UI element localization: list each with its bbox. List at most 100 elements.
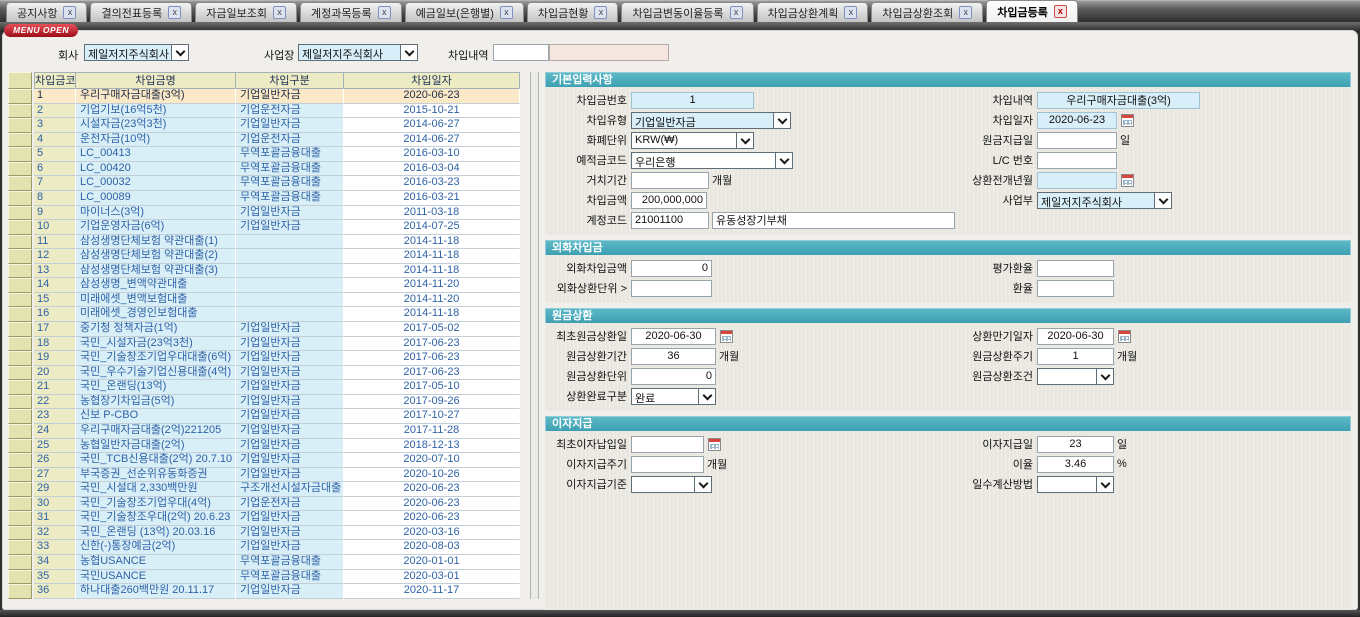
- table-cell[interactable]: 기업일반자금: [236, 439, 344, 454]
- row-selector[interactable]: [8, 133, 32, 148]
- table-cell[interactable]: 신한(-)통장예금(2억): [76, 540, 236, 555]
- table-cell[interactable]: 시설자금(23억3천): [76, 118, 236, 133]
- table-row[interactable]: 9마이너스(3억)기업일반자금2011-03-18: [8, 206, 524, 221]
- row-selector[interactable]: [8, 249, 32, 264]
- loan-date-field[interactable]: [1037, 112, 1117, 129]
- table-cell[interactable]: 기업일반자금: [236, 220, 344, 235]
- table-cell[interactable]: 하나대출260백만원 20.11.17: [76, 584, 236, 599]
- tab-close-icon[interactable]: x: [273, 6, 286, 19]
- table-row[interactable]: 3시설자금(23억3천)기업일반자금2014-06-27: [8, 118, 524, 133]
- pre-repay-month-field[interactable]: [1037, 172, 1117, 189]
- table-cell[interactable]: 4: [34, 133, 76, 148]
- table-cell[interactable]: 2014-11-18: [344, 264, 520, 279]
- table-cell[interactable]: 우리구매자금대출(2억)221205: [76, 424, 236, 439]
- chevron-down-icon[interactable]: [171, 45, 188, 60]
- table-cell[interactable]: 국민_시설자금(23억3천): [76, 337, 236, 352]
- table-cell[interactable]: 삼성생명_변액약관대출: [76, 278, 236, 293]
- table-cell[interactable]: 2020-06-23: [344, 89, 520, 104]
- table-cell[interactable]: 2020-06-23: [344, 482, 520, 497]
- chevron-down-icon[interactable]: [1096, 369, 1113, 384]
- table-cell[interactable]: 2020-03-01: [344, 570, 520, 585]
- tab-예금일보(은행별)[interactable]: 예금일보(은행별)x: [405, 2, 524, 22]
- table-cell[interactable]: 2016-03-04: [344, 162, 520, 177]
- loan-desc-filter-input-2[interactable]: [549, 44, 669, 61]
- row-selector[interactable]: [8, 468, 32, 483]
- table-cell[interactable]: 미래에셋_변액보험대출: [76, 293, 236, 308]
- table-row[interactable]: 34농협USANCE무역포괄금융대출2020-01-01: [8, 555, 524, 570]
- table-cell[interactable]: 14: [34, 278, 76, 293]
- table-cell[interactable]: 국민_시설대 2,330백만원: [76, 482, 236, 497]
- table-cell[interactable]: 17: [34, 322, 76, 337]
- interest-pay-cycle-field[interactable]: [631, 456, 704, 473]
- table-cell[interactable]: 2020-06-23: [344, 511, 520, 526]
- table-cell[interactable]: 기업운전자금: [236, 497, 344, 512]
- table-row[interactable]: 16미래에셋_경영인보험대출2014-11-18: [8, 307, 524, 322]
- maturity-date-field[interactable]: [1037, 328, 1114, 345]
- table-cell[interactable]: 부국증권_선순위유동화증권: [76, 468, 236, 483]
- table-cell[interactable]: LC_00420: [76, 162, 236, 177]
- row-selector[interactable]: [8, 176, 32, 191]
- row-selector[interactable]: [8, 380, 32, 395]
- table-cell[interactable]: 2016-03-10: [344, 147, 520, 162]
- loan-number-field[interactable]: [631, 92, 754, 109]
- chevron-down-icon[interactable]: [736, 133, 753, 148]
- tab-차입금현황[interactable]: 차입금현황x: [527, 2, 619, 22]
- fx-repay-unit-field[interactable]: [631, 280, 712, 297]
- table-cell[interactable]: 기업일반자금: [236, 380, 344, 395]
- table-row[interactable]: 21국민_온랜딩(13억)기업일반자금2017-05-10: [8, 380, 524, 395]
- tab-공지사항[interactable]: 공지사항x: [6, 2, 87, 22]
- table-cell[interactable]: 기업일반자금: [236, 453, 344, 468]
- row-selector[interactable]: [8, 118, 32, 133]
- table-cell[interactable]: 미래에셋_경영인보험대출: [76, 307, 236, 322]
- table-cell[interactable]: 2017-06-23: [344, 337, 520, 352]
- table-cell[interactable]: 21: [34, 380, 76, 395]
- table-cell[interactable]: 무역포괄금융대출: [236, 570, 344, 585]
- table-cell[interactable]: LC_00032: [76, 176, 236, 191]
- table-cell[interactable]: 2018-12-13: [344, 439, 520, 454]
- table-row[interactable]: 13삼성생명단체보험 약관대출(3)2014-11-18: [8, 264, 524, 279]
- table-row[interactable]: 19국민_기술창조기업우대대출(6억)기업일반자금2017-06-23: [8, 351, 524, 366]
- row-selector[interactable]: [8, 293, 32, 308]
- chevron-down-icon[interactable]: [698, 389, 715, 404]
- table-cell[interactable]: 기업일반자금: [236, 206, 344, 221]
- table-cell[interactable]: 2016-03-21: [344, 191, 520, 206]
- table-cell[interactable]: 2014-07-25: [344, 220, 520, 235]
- table-row[interactable]: 32국민_온랜딩 (13억) 20.03.16기업일반자금2020-03-16: [8, 526, 524, 541]
- table-cell[interactable]: 기업기보(16억5천): [76, 104, 236, 119]
- table-cell[interactable]: 무역포괄금융대출: [236, 176, 344, 191]
- table-cell[interactable]: 33: [34, 540, 76, 555]
- row-selector[interactable]: [8, 439, 32, 454]
- table-cell[interactable]: 중기청 정책자금(1억): [76, 322, 236, 337]
- table-row[interactable]: 29국민_시설대 2,330백만원구조개선시설자금대출2020-06-23: [8, 482, 524, 497]
- table-row[interactable]: 22농협장기차입금(5억)기업일반자금2017-09-26: [8, 395, 524, 410]
- table-cell[interactable]: 34: [34, 555, 76, 570]
- deposit-code-combo[interactable]: 우리은행: [631, 152, 793, 169]
- exchange-rate-field[interactable]: [1037, 280, 1114, 297]
- tab-close-icon[interactable]: x: [844, 6, 857, 19]
- table-cell[interactable]: 2014-11-18: [344, 249, 520, 264]
- table-cell[interactable]: LC_00089: [76, 191, 236, 206]
- table-cell[interactable]: 국민_기술창조우대(2억) 20.6.23: [76, 511, 236, 526]
- tab-close-icon[interactable]: x: [594, 6, 607, 19]
- table-cell[interactable]: 무역포괄금융대출: [236, 191, 344, 206]
- table-cell[interactable]: 2020-06-23: [344, 497, 520, 512]
- row-selector[interactable]: [8, 570, 32, 585]
- row-selector[interactable]: [8, 206, 32, 221]
- company-select[interactable]: 제일저지주식회사: [84, 44, 189, 61]
- tab-close-icon[interactable]: x: [1054, 5, 1067, 18]
- table-cell[interactable]: 무역포괄금융대출: [236, 162, 344, 177]
- table-cell[interactable]: 2017-09-26: [344, 395, 520, 410]
- calendar-icon[interactable]: [708, 438, 721, 451]
- table-cell[interactable]: 2014-11-20: [344, 278, 520, 293]
- table-cell[interactable]: 국민USANCE: [76, 570, 236, 585]
- table-cell[interactable]: 기업일반자금: [236, 584, 344, 599]
- table-cell[interactable]: 2014-06-27: [344, 133, 520, 148]
- table-cell[interactable]: 2017-05-10: [344, 380, 520, 395]
- table-cell[interactable]: 2020-11-17: [344, 584, 520, 599]
- table-cell[interactable]: 7: [34, 176, 76, 191]
- row-selector[interactable]: [8, 220, 32, 235]
- table-cell[interactable]: 기업운전자금: [236, 104, 344, 119]
- chevron-down-icon[interactable]: [400, 45, 417, 60]
- table-row[interactable]: 36하나대출260백만원 20.11.17기업일반자금2020-11-17: [8, 584, 524, 599]
- table-cell[interactable]: 2020-03-16: [344, 526, 520, 541]
